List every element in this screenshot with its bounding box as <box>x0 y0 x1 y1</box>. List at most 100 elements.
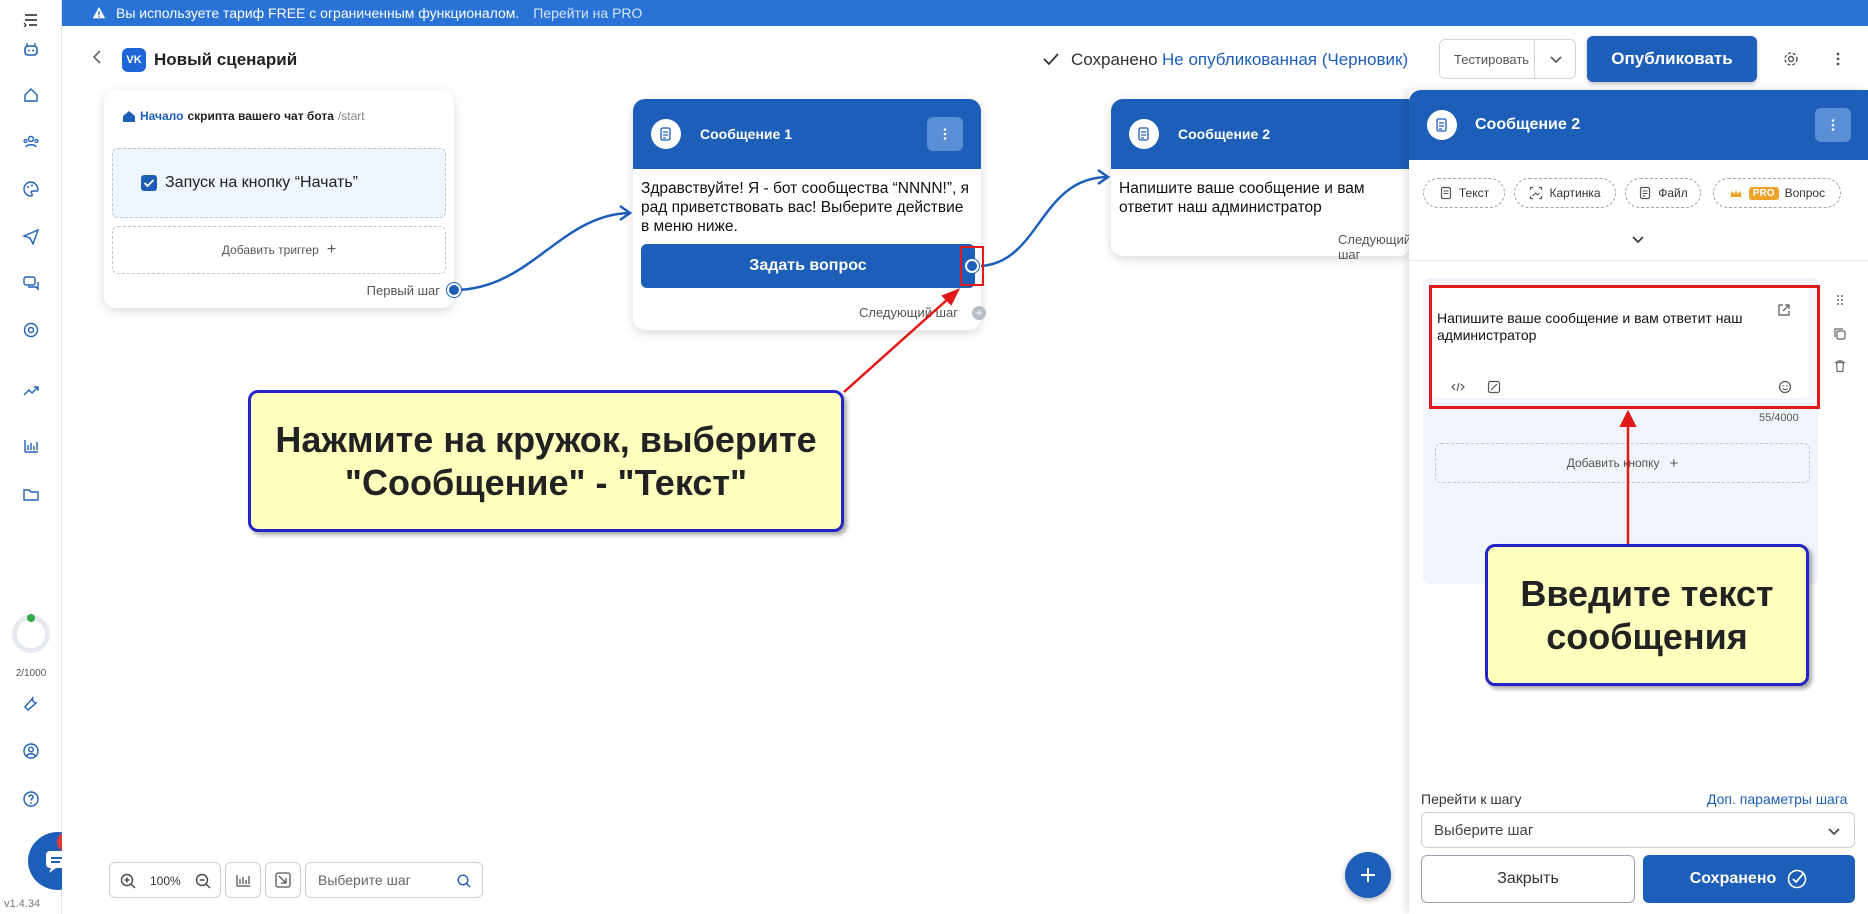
start-node-title: Начало скрипта вашего чат бота /start <box>122 109 365 123</box>
help-circle-icon[interactable] <box>22 321 40 339</box>
scenario-title[interactable]: Новый сценарий <box>154 50 297 70</box>
gear-icon[interactable] <box>1782 50 1800 68</box>
start-output-handle[interactable] <box>447 283 461 297</box>
question-icon[interactable] <box>22 790 40 808</box>
add-text-chip[interactable]: Текст <box>1423 178 1505 208</box>
more-vertical-icon[interactable] <box>927 117 963 151</box>
search-icon[interactable] <box>456 873 472 889</box>
trend-icon[interactable] <box>22 381 40 399</box>
chat-icon[interactable] <box>22 274 40 292</box>
more-vertical-icon[interactable] <box>1829 50 1847 68</box>
publish-button[interactable]: Опубликовать <box>1587 36 1757 82</box>
extra-params-link[interactable]: Доп. параметры шага <box>1707 791 1847 807</box>
zoom-in-icon[interactable] <box>119 872 137 890</box>
profile-icon[interactable] <box>22 742 40 760</box>
zoom-out-icon[interactable] <box>194 872 212 890</box>
app-version: v1.4.34 <box>4 898 41 910</box>
drag-handle-icon[interactable] <box>1833 293 1847 307</box>
usage-dot <box>27 614 35 622</box>
chip-label: Вопрос <box>1784 186 1826 200</box>
message-node-header: Сообщение 2 <box>1111 99 1411 169</box>
warning-icon <box>92 6 106 19</box>
bar-chart-icon <box>236 875 250 887</box>
add-next-step-icon[interactable]: + <box>972 306 986 320</box>
start-node-caption: скрипта вашего чат бота <box>187 109 334 123</box>
banner-text: Вы используете тариф FREE с ограниченным… <box>116 5 520 21</box>
add-file-chip[interactable]: Файл <box>1625 178 1701 208</box>
chip-label: Картинка <box>1549 186 1601 200</box>
vk-logo: VK <box>122 48 146 72</box>
goto-step-select[interactable]: Выберите шаг <box>1421 812 1855 848</box>
save-button[interactable]: Сохранено <box>1643 855 1855 903</box>
step-search-input[interactable] <box>318 872 448 888</box>
chevron-down-icon[interactable] <box>1548 51 1564 67</box>
message-editor-panel: Сообщение 2 Текст Картинка Файл PRO Вопр… <box>1409 90 1868 914</box>
add-button-label: Добавить кнопку <box>1566 456 1660 470</box>
first-step-label: Первый шаг <box>366 283 440 298</box>
add-button-button[interactable]: Добавить кнопку + <box>1435 443 1810 483</box>
stats-toggle-button[interactable] <box>225 862 261 898</box>
menu-icon[interactable] <box>22 11 40 29</box>
close-button[interactable]: Закрыть <box>1421 855 1635 903</box>
chevron-down-icon[interactable] <box>1630 231 1646 247</box>
add-question-chip[interactable]: PRO Вопрос <box>1713 178 1841 208</box>
start-path: /start <box>337 109 365 123</box>
trash-icon[interactable] <box>1833 359 1847 373</box>
wrench-icon[interactable] <box>22 694 40 712</box>
send-icon[interactable] <box>22 227 40 245</box>
chip-label: Файл <box>1658 186 1688 200</box>
next-step-label: Следующий шаг <box>859 305 958 320</box>
usage-counter: 2/1000 <box>15 668 47 679</box>
saved-status: Сохранено <box>1071 50 1158 69</box>
trigger-label: Запуск на кнопку “Начать” <box>165 174 358 191</box>
step-search <box>305 862 483 898</box>
trigger-item[interactable]: Запуск на кнопку “Начать” <box>112 148 446 218</box>
bar-chart-icon[interactable] <box>22 437 40 455</box>
zoom-level: 100% <box>150 874 181 888</box>
upgrade-pro-link[interactable]: Перейти на PRO <box>533 5 642 21</box>
message-node-2[interactable]: Сообщение 2 Напишите ваше сообщение и ва… <box>1111 99 1411 262</box>
left-sidebar: 2/1000 12 v1.4.34 <box>0 0 88 914</box>
pro-badge: PRO <box>1748 186 1779 200</box>
checkbox-checked-icon[interactable] <box>141 175 157 191</box>
add-step-button[interactable] <box>1345 852 1391 898</box>
message-node-title: Сообщение 2 <box>1178 126 1270 142</box>
divider <box>1534 40 1535 78</box>
editor-highlight <box>1429 285 1820 409</box>
copy-icon[interactable] <box>1833 327 1847 341</box>
home-icon[interactable] <box>22 86 40 104</box>
crown-icon <box>1730 190 1742 197</box>
plus-icon: + <box>326 241 337 258</box>
handle-highlight <box>960 246 984 286</box>
panel-header: Сообщение 2 <box>1409 90 1868 160</box>
plus-icon: + <box>1669 454 1679 472</box>
plus-icon <box>1361 868 1375 882</box>
editor-header: VK Новый сценарий Сохранено Не опубликов… <box>62 26 1868 90</box>
home-icon <box>123 111 135 122</box>
fit-view-button[interactable] <box>265 862 301 898</box>
message-node-header: Сообщение 1 <box>633 99 981 169</box>
test-button[interactable]: Тестировать <box>1439 39 1576 79</box>
instruction-callout: Нажмите на кружок, выберите "Сообщение" … <box>248 390 844 532</box>
publish-status-dropdown[interactable]: Не опубликованная (Черновик) <box>1162 50 1408 70</box>
chevron-down-icon <box>1826 823 1842 839</box>
next-step-label: Следующий шаг <box>1338 232 1411 262</box>
start-node[interactable]: Начало скрипта вашего чат бота /start За… <box>104 90 454 308</box>
add-image-chip[interactable]: Картинка <box>1514 178 1616 208</box>
users-icon[interactable] <box>22 133 40 151</box>
chip-label: Текст <box>1458 186 1490 200</box>
ask-question-button[interactable]: Задать вопрос <box>641 244 975 288</box>
more-vertical-icon[interactable] <box>1815 108 1851 142</box>
message-node-1[interactable]: Сообщение 1 Здравствуйте! Я - бот сообще… <box>633 99 986 330</box>
zoom-control: 100% <box>109 862 221 898</box>
message-node-title: Сообщение 1 <box>700 126 792 142</box>
step-select-value: Выберите шаг <box>1434 822 1534 839</box>
panel-title: Сообщение 2 <box>1475 116 1581 133</box>
palette-icon[interactable] <box>22 180 40 198</box>
add-trigger-label: Добавить триггер <box>221 243 319 257</box>
back-arrow-icon[interactable] <box>89 48 107 66</box>
bot-icon[interactable] <box>22 40 40 58</box>
goto-step-label: Перейти к шагу <box>1421 791 1522 807</box>
folder-icon[interactable] <box>22 485 40 503</box>
add-trigger-button[interactable]: Добавить триггер + <box>112 226 446 274</box>
